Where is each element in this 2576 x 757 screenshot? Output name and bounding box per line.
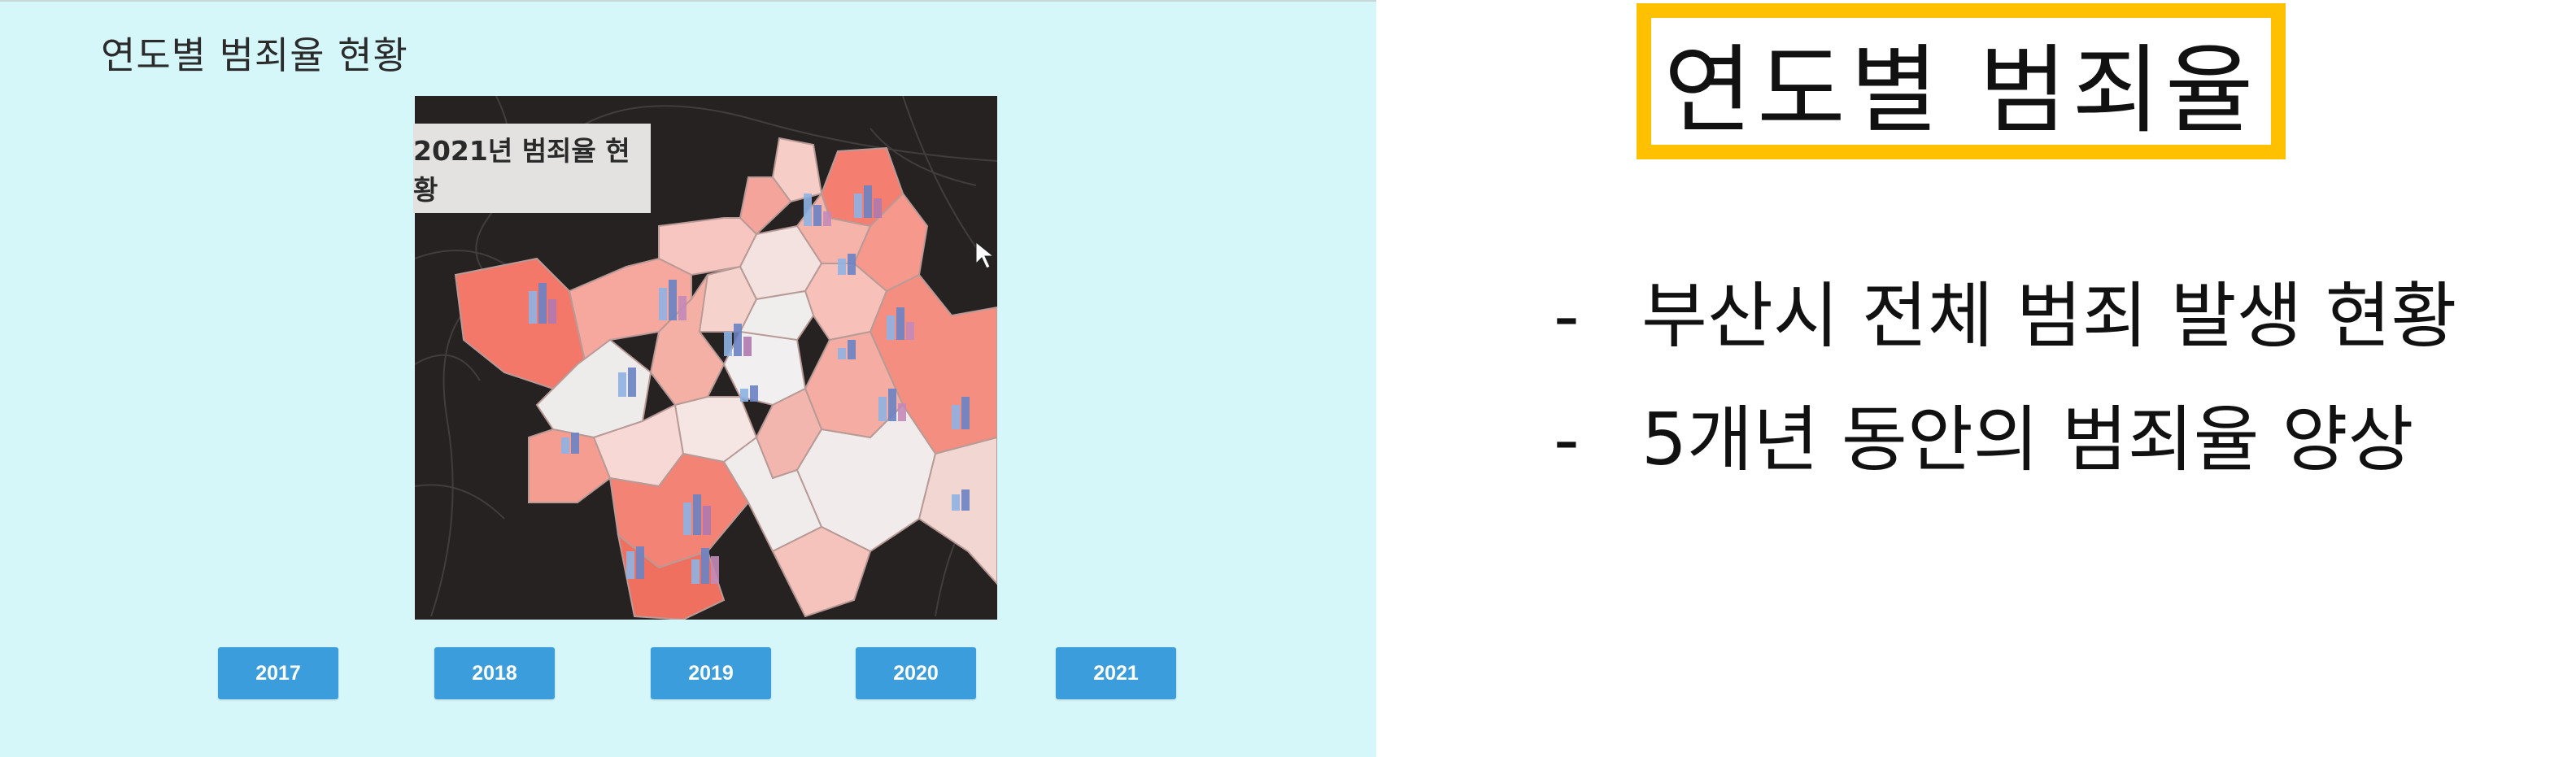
- bullet-text: 5개년 동안의 범죄율 양상: [1641, 398, 2414, 481]
- slide-title-box: 연도별 범죄율: [1637, 3, 2286, 159]
- year-button-2018[interactable]: 2018: [434, 647, 555, 699]
- bullet-item: - 부산시 전체 범죄 발생 현황: [1554, 259, 2456, 362]
- bullet-text: 부산시 전체 범죄 발생 현황: [1641, 274, 2457, 358]
- year-button-2020[interactable]: 2020: [856, 647, 976, 699]
- year-button-2021[interactable]: 2021: [1056, 647, 1176, 699]
- slide-title: 연도별 범죄율: [1663, 33, 2259, 146]
- map-caption: 2021년 범죄율 현황: [413, 124, 651, 213]
- bullet-marker: -: [1554, 274, 1580, 358]
- bullet-marker: -: [1554, 398, 1580, 481]
- year-button-2019[interactable]: 2019: [651, 647, 771, 699]
- bullet-item: -5개년 동안의 범죄율 양상: [1554, 382, 2414, 485]
- web-page-panel: 연도별 범죄율 현황 2021년 범죄율 현황 2017 2018 2019 2…: [0, 0, 1376, 757]
- page-heading: 연도별 범죄율 현황: [101, 33, 408, 77]
- year-button-2017[interactable]: 2017: [218, 647, 338, 699]
